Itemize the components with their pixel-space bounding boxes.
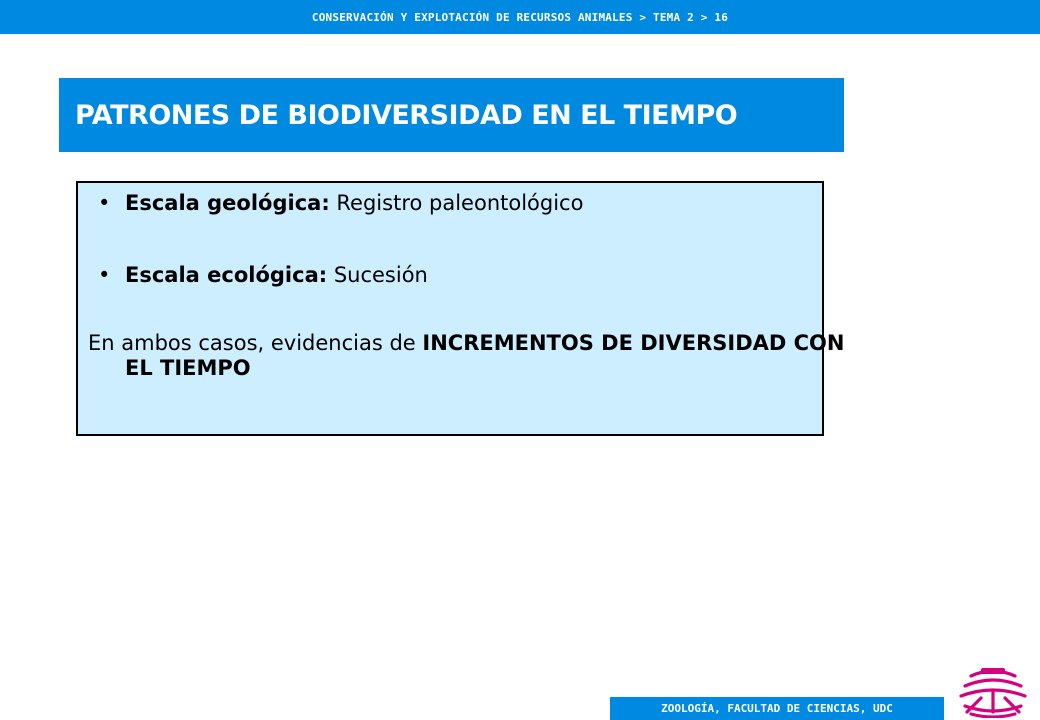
bullet-text: Registro paleontológico bbox=[329, 191, 584, 215]
udc-university-logo-icon bbox=[959, 668, 1027, 718]
bullet-term: Escala ecológica: bbox=[125, 263, 328, 287]
slide-title: PATRONES DE BIODIVERSIDAD EN EL TIEMPO bbox=[75, 99, 738, 131]
header-breadcrumb: CONSERVACIÓN Y EXPLOTACIÓN DE RECURSOS A… bbox=[0, 0, 1040, 34]
bullet-dot: • bbox=[98, 263, 111, 287]
bullet-item-geologica: • Escala geológica: Registro paleontológ… bbox=[88, 191, 855, 216]
footer-text: ZOOLOGÍA, FACULTAD DE CIENCIAS, UDC bbox=[661, 702, 893, 715]
slide-title-box: PATRONES DE BIODIVERSIDAD EN EL TIEMPO bbox=[59, 78, 844, 152]
content-box: • Escala geológica: Registro paleontológ… bbox=[76, 181, 844, 436]
bullet-item-ecologica: • Escala ecológica: Sucesión bbox=[88, 263, 855, 288]
footer-bar: ZOOLOGÍA, FACULTAD DE CIENCIAS, UDC bbox=[610, 697, 944, 720]
conclusion-prefix: En ambos casos, evidencias de bbox=[88, 331, 423, 355]
bullet-term: Escala geológica: bbox=[125, 191, 330, 215]
conclusion-paragraph: En ambos casos, evidencias de INCREMENTO… bbox=[88, 331, 855, 381]
bullet-text: Sucesión bbox=[327, 263, 428, 287]
bullet-dot: • bbox=[98, 191, 111, 215]
breadcrumb-text: CONSERVACIÓN Y EXPLOTACIÓN DE RECURSOS A… bbox=[311, 10, 729, 24]
